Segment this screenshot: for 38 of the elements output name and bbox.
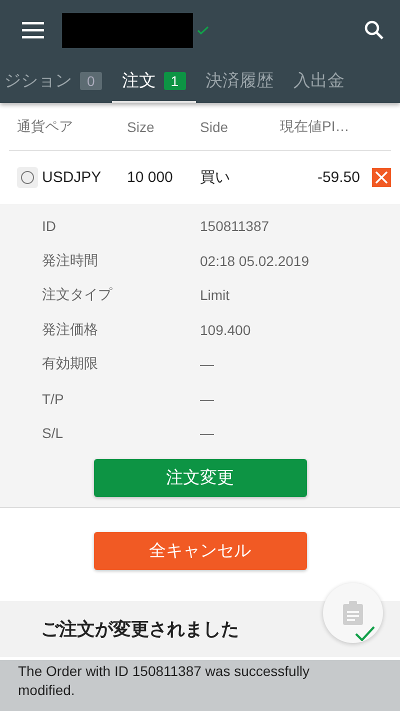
close-button[interactable] — [372, 168, 391, 187]
search-icon[interactable] — [364, 20, 384, 40]
table-cell-text: 10 000 — [127, 169, 174, 186]
tab[interactable]: 注文 1 — [112, 60, 196, 103]
tab[interactable]: 入出金 — [284, 60, 355, 103]
detail-value: — — [200, 356, 215, 372]
detail-value: — — [200, 425, 215, 442]
tab[interactable]: 決済履歴 — [196, 60, 284, 103]
detail-label: 注文タイプ — [42, 286, 114, 304]
detail-value: Limit — [200, 287, 231, 304]
detail-label: S/L — [42, 425, 64, 442]
column-header: Side — [200, 118, 230, 134]
detail-label: ID — [42, 218, 57, 234]
modify-order-button[interactable]: 注文変更 — [94, 458, 306, 496]
clipboard-icon — [343, 601, 363, 625]
detail-label: 発注時間 — [42, 252, 99, 270]
column-header: 通貨ペア — [17, 118, 74, 136]
tab[interactable]: ジション 0 — [0, 60, 112, 103]
column-header: Size — [127, 118, 156, 134]
detail-label: 発注価格 — [42, 320, 99, 339]
cancel-all-button[interactable]: 全キャンセル — [94, 532, 306, 570]
toast-title: ご注文が変更されました — [41, 618, 239, 641]
detail-value: 02:18 05.02.2019 — [200, 252, 310, 269]
detail-label: T/P — [42, 390, 65, 407]
radio-button[interactable] — [21, 171, 34, 184]
detail-value: 150811387 — [200, 218, 270, 234]
detail-label: 有効期限 — [42, 355, 99, 374]
count-badge: 0 — [80, 72, 102, 90]
table-cell-text: -59.50 — [316, 169, 360, 186]
table-cell: USDJPY — [42, 169, 102, 186]
column-header: 現在値PI… — [280, 118, 350, 136]
menu-icon[interactable] — [22, 21, 44, 39]
detail-value: 109.400 — [200, 322, 252, 338]
count-badge: 1 — [164, 72, 186, 90]
check-icon — [355, 626, 375, 641]
detail-value: — — [200, 390, 215, 407]
table-cell-text: 買い — [200, 168, 231, 187]
toast-message: The Order with ID 150811387 was successfully modified. — [18, 662, 311, 700]
